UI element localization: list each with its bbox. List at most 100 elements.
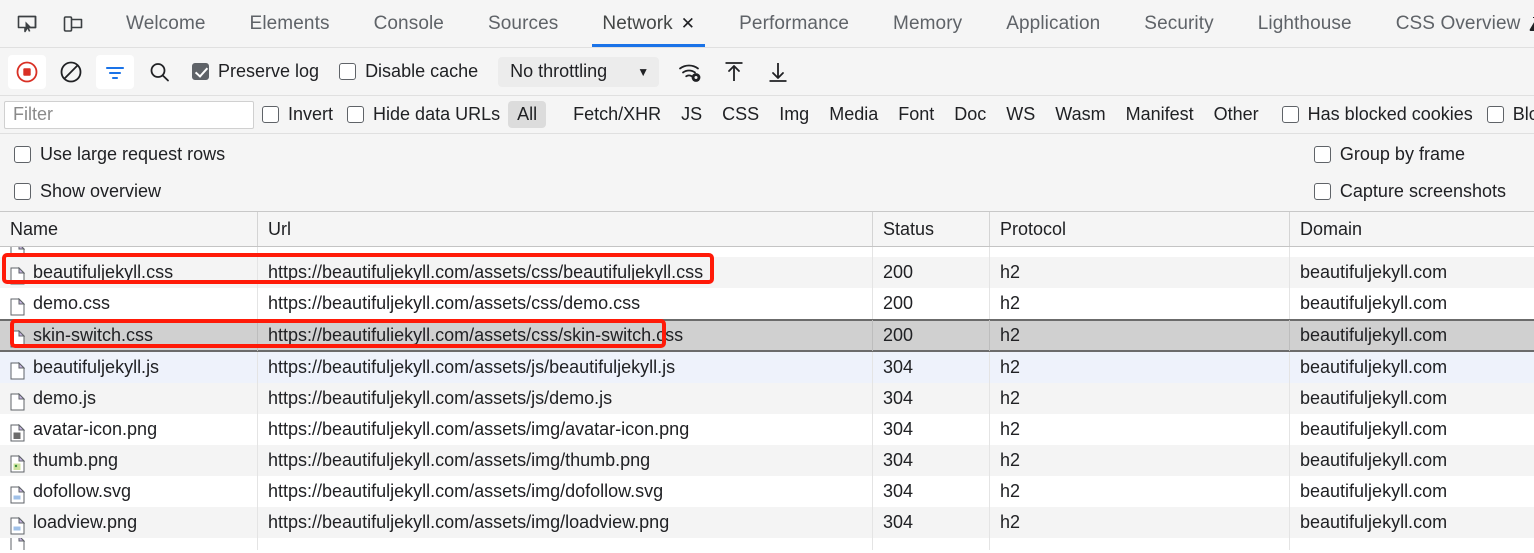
capture-screenshots-label: Capture screenshots — [1339, 180, 1506, 201]
clear-network-log-icon[interactable] — [52, 55, 90, 89]
resource-filter-other[interactable]: Other — [1205, 101, 1268, 128]
capture-screenshots-checkbox[interactable]: Capture screenshots — [1313, 180, 1506, 202]
resource-filter-media[interactable]: Media — [820, 101, 887, 128]
table-row-partial-top[interactable] — [0, 247, 1534, 257]
table-row[interactable]: loadview.png https://beautifuljekyll.com… — [0, 507, 1534, 538]
tab-label: Performance — [739, 12, 850, 34]
table-row[interactable]: beautifuljekyll.js https://beautifuljeky… — [0, 352, 1534, 383]
group-by-frame-checkbox[interactable]: Group by frame — [1313, 144, 1506, 165]
tab-application[interactable]: Application — [984, 0, 1122, 47]
cell-url: https://beautifuljekyll.com/assets/img/l… — [258, 507, 873, 538]
resource-filter-font[interactable]: Font — [889, 101, 943, 128]
wifi-settings-icon[interactable] — [671, 55, 709, 89]
has-blocked-cookies-checkbox[interactable]: Has blocked cookies — [1281, 104, 1473, 125]
column-header-protocol[interactable]: Protocol — [990, 212, 1290, 246]
request-name: avatar-icon.png — [33, 419, 158, 439]
filter-icon[interactable] — [96, 54, 134, 89]
request-name: skin-switch.css — [33, 325, 154, 345]
download-arrow-icon[interactable] — [759, 55, 797, 89]
preserve-log-checkbox[interactable]: Preserve log — [192, 61, 319, 82]
resource-filter-css[interactable]: CSS — [713, 101, 768, 128]
tab-security[interactable]: Security — [1122, 0, 1235, 47]
resource-filter-img[interactable]: Img — [770, 101, 818, 128]
column-header-status[interactable]: Status — [873, 212, 990, 246]
tab-sources[interactable]: Sources — [466, 0, 580, 47]
cell-protocol: h2 — [990, 352, 1290, 383]
table-row-selected[interactable]: skin-switch.css https://beautifuliekyll.… — [0, 319, 1534, 352]
cell-protocol: h2 — [990, 476, 1290, 507]
settings-right-column: Group by frame Capture screenshots — [1313, 144, 1506, 202]
tab-welcome[interactable]: Welcome — [104, 0, 228, 47]
cell-url: https://beautifuljekyll.com/assets/js/be… — [258, 352, 873, 383]
request-name: beautifuljekyll.js — [33, 357, 160, 377]
tab-memory[interactable]: Memory — [871, 0, 984, 47]
table-row[interactable]: dofollow.svg https://beautifuljekyll.com… — [0, 476, 1534, 507]
tab-css-overview[interactable]: CSS Overview — [1374, 0, 1534, 47]
table-row[interactable]: thumb.png https://beautifuljekyll.com/as… — [0, 445, 1534, 476]
table-row[interactable]: avatar-icon.png https://beautifuljekyll.… — [0, 414, 1534, 445]
table-row-partial-bottom[interactable] — [0, 538, 1534, 550]
use-large-request-rows-checkbox[interactable]: Use large request rows — [14, 144, 225, 165]
show-overview-checkbox[interactable]: Show overview — [14, 181, 225, 202]
resource-filter-fetch-xhr[interactable]: Fetch/XHR — [564, 101, 670, 128]
checkbox-box — [339, 63, 357, 80]
tab-network[interactable]: Network ✕ — [580, 0, 717, 47]
resource-filter-wasm[interactable]: Wasm — [1046, 101, 1114, 128]
tab-performance[interactable]: Performance — [717, 0, 871, 47]
throttling-dropdown[interactable]: No throttling ▼ — [498, 56, 660, 87]
search-icon[interactable] — [140, 55, 178, 89]
cell-name: thumb.png — [0, 445, 258, 476]
cell-status: 200 — [873, 320, 990, 351]
cell-status: 304 — [873, 445, 990, 476]
checkbox-box — [1281, 106, 1299, 123]
inspect-element-icon[interactable] — [10, 7, 44, 41]
cell-url: https://beautifuljekyll.com/assets/css/b… — [258, 257, 873, 288]
cell-status: 200 — [873, 257, 990, 288]
cell-domain: beautifuljekyll.com — [1300, 419, 1448, 439]
resource-filter-manifest[interactable]: Manifest — [1117, 101, 1203, 128]
device-toolbar-icon[interactable] — [56, 7, 90, 41]
checkbox-box — [347, 106, 365, 123]
tab-console[interactable]: Console — [352, 0, 466, 47]
table-row[interactable]: demo.css https://beautifuljekyll.com/ass… — [0, 288, 1534, 319]
cell-status: 304 — [873, 476, 990, 507]
hide-data-urls-checkbox[interactable]: Hide data URLs — [347, 104, 500, 125]
request-name: beautifuljekyll.css — [33, 262, 174, 282]
close-icon[interactable]: ✕ — [681, 15, 695, 32]
cell-url: https://beautifuljekyll.com/assets/img/d… — [258, 476, 873, 507]
upload-arrow-icon[interactable] — [715, 55, 753, 89]
tab-label: Security — [1144, 12, 1214, 34]
document-file-icon — [10, 247, 26, 257]
tab-label: Console — [373, 12, 444, 34]
cell-status: 200 — [873, 288, 990, 319]
tab-elements[interactable]: Elements — [228, 0, 352, 47]
request-name: demo.css — [33, 293, 111, 313]
resource-filter-all[interactable]: All — [508, 101, 547, 128]
column-header-url[interactable]: Url — [258, 212, 873, 246]
record-stop-icon[interactable] — [8, 54, 46, 89]
invert-checkbox[interactable]: Invert — [262, 104, 333, 125]
resource-filter-ws[interactable]: WS — [997, 101, 1044, 128]
cell-domain: beautifuljekyll.com — [1300, 450, 1448, 470]
request-name: thumb.png — [33, 450, 119, 470]
resource-filter-doc[interactable]: Doc — [945, 101, 995, 128]
cell-status: 304 — [873, 383, 990, 414]
tab-label: Application — [1006, 12, 1101, 34]
resource-filter-js[interactable]: JS — [672, 101, 711, 128]
column-header-name[interactable]: Name — [0, 212, 258, 246]
image-file-icon — [10, 452, 26, 472]
cell-name: demo.js — [0, 383, 258, 414]
table-row[interactable]: beautifuljekyll.css https://beautifuljek… — [0, 257, 1534, 288]
cell-protocol: h2 — [990, 320, 1290, 351]
tab-lighthouse[interactable]: Lighthouse — [1236, 0, 1374, 47]
checkbox-box — [192, 63, 209, 80]
checkbox-box — [1486, 106, 1504, 123]
table-row[interactable]: demo.js https://beautifuljekyll.com/asse… — [0, 383, 1534, 414]
disable-cache-checkbox[interactable]: Disable cache — [339, 61, 478, 82]
chevron-down-icon: ▼ — [637, 64, 650, 79]
filter-input[interactable] — [4, 100, 254, 129]
column-header-domain[interactable]: Domain — [1290, 212, 1534, 246]
cell-protocol: h2 — [990, 507, 1290, 538]
blocked-requests-checkbox[interactable]: Blocked Requ — [1486, 104, 1534, 125]
tabbar-left-icons — [0, 0, 90, 47]
